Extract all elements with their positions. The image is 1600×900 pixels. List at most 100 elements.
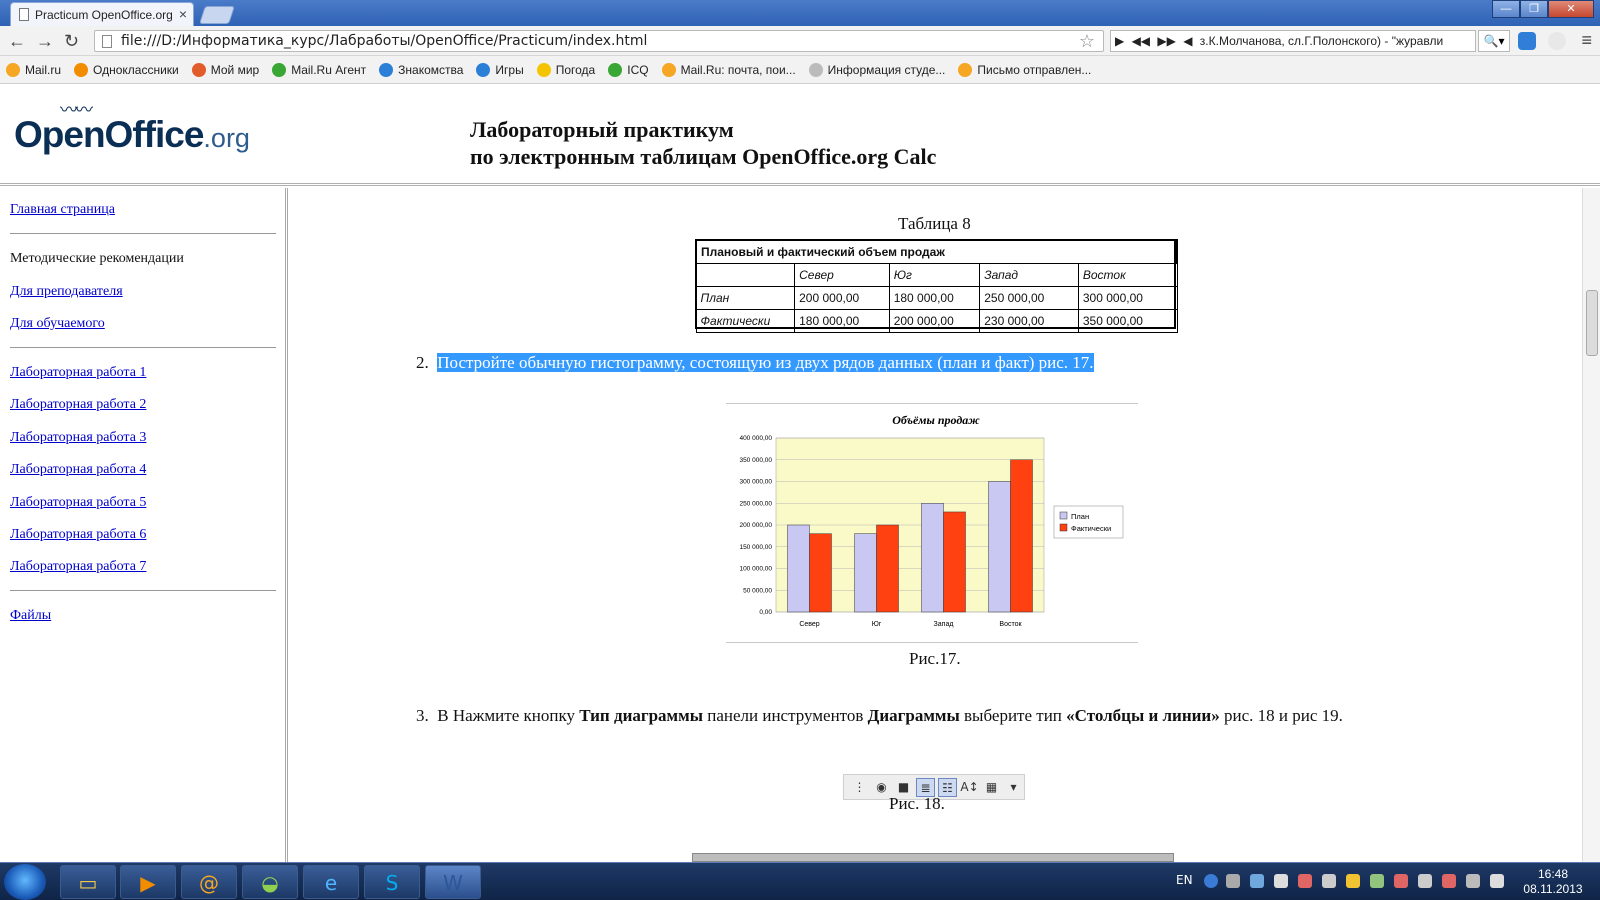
extension-mail-icon[interactable] (1518, 32, 1536, 50)
bookmark-icon (191, 62, 206, 77)
minimize-button[interactable]: — (1492, 0, 1520, 18)
search-icon[interactable]: 🔍▾ (1478, 30, 1510, 52)
tray-icon[interactable] (1418, 874, 1432, 888)
x-tick-label: Восток (999, 621, 1022, 628)
y-tick-label: 0,00 (759, 609, 772, 616)
step-2-text[interactable]: Постройте обычную гистограмму, состоящую… (437, 353, 1094, 372)
y-tick-label: 250 000,00 (739, 500, 772, 507)
maximize-button[interactable]: ❐ (1520, 0, 1548, 18)
step-2: 2. Постройте обычную гистограмму, состоя… (416, 353, 1094, 373)
table-header-cell: Восток (1077, 262, 1178, 287)
next-figure-edge (692, 853, 1174, 862)
sidebar-link-student[interactable]: Для обучаемого (10, 316, 105, 332)
browser-tab[interactable]: Practicum OpenOffice.org × (10, 2, 194, 26)
bluetooth-icon[interactable] (1250, 874, 1264, 888)
step-number: 2. (416, 353, 429, 372)
y-tick-label: 350 000,00 (739, 457, 772, 464)
word-icon[interactable]: W (425, 865, 481, 899)
network-icon[interactable] (1466, 874, 1480, 888)
page-icon (102, 35, 112, 48)
y-tick-label: 100 000,00 (739, 566, 772, 573)
start-button[interactable] (4, 864, 46, 900)
page-scrollbar[interactable] (1582, 188, 1600, 862)
bar (809, 533, 832, 613)
extension-icon[interactable] (1548, 32, 1566, 50)
sidebar-link-lab-7[interactable]: Лабораторная работа 7 (10, 559, 146, 575)
forward-icon[interactable]: → (36, 31, 54, 52)
menu-icon[interactable]: ≡ (1581, 30, 1592, 51)
page-title-line2: по электронным таблицам OpenOffice.org C… (470, 144, 937, 169)
bookmark-icon (74, 62, 89, 77)
address-bar[interactable]: file:///D:/Информатика_курс/Лабработы/Op… (94, 30, 1104, 52)
app-icon[interactable]: ◒ (242, 865, 298, 899)
tray-icon[interactable] (1346, 874, 1360, 888)
play-icon[interactable]: ▶ (1115, 34, 1124, 48)
sidebar-link-files[interactable]: Файлы (10, 608, 51, 624)
media-player-bar[interactable]: ▶ ◀◀ ▶▶ ◀ з.К.Молчанова, сл.Г.Полонского… (1110, 30, 1476, 52)
tray-icon[interactable] (1394, 874, 1408, 888)
logo-suffix: .org (203, 123, 250, 153)
tray-icon[interactable] (1370, 874, 1384, 888)
system-clock[interactable]: 16:48 08.11.2013 (1518, 867, 1588, 897)
sidebar-link-lab-6[interactable]: Лабораторная работа 6 (10, 527, 146, 543)
window-controls: — ❐ ✕ (1492, 0, 1594, 18)
x-tick-label: Север (799, 621, 819, 628)
scrollbar-thumb[interactable] (1586, 290, 1598, 356)
bookmark-item[interactable]: ICQ (608, 62, 649, 77)
bookmark-item[interactable]: Mail.Ru Агент (272, 62, 367, 77)
bookmark-item[interactable]: Погода (536, 62, 595, 77)
windows-taskbar: ▭ ▶ @ ◒ e S W EN 16:48 08.11.2013 (0, 862, 1600, 900)
sidebar-link-lab-5[interactable]: Лабораторная работа 5 (10, 495, 146, 511)
sidebar-link-lab-3[interactable]: Лабораторная работа 3 (10, 430, 146, 446)
bookmark-item[interactable]: Письмо отправлен... (958, 62, 1091, 77)
bookmark-label: ICQ (627, 62, 649, 77)
y-tick-label: 50 000,00 (743, 587, 772, 594)
step-number: 3. (416, 706, 429, 725)
window-titlebar: Practicum OpenOffice.org × — ❐ ✕ (0, 0, 1600, 26)
language-indicator[interactable]: EN (1176, 873, 1193, 887)
bookmark-item[interactable]: Игры (476, 62, 524, 77)
close-window-button[interactable]: ✕ (1548, 0, 1594, 18)
internet-explorer-icon[interactable]: e (303, 865, 359, 899)
fast-forward-icon[interactable]: ▶▶ (1157, 34, 1175, 48)
flag-icon[interactable] (1274, 874, 1288, 888)
bookmark-item[interactable]: Информация студе... (808, 62, 945, 77)
sidebar-link-lab-1[interactable]: Лабораторная работа 1 (10, 365, 146, 381)
tray-icon[interactable] (1322, 874, 1336, 888)
rewind-icon[interactable]: ◀◀ (1132, 34, 1150, 48)
bookmark-item[interactable]: Мой мир (191, 62, 259, 77)
tray-icon[interactable] (1442, 874, 1456, 888)
legend-swatch (1059, 523, 1068, 532)
explorer-icon[interactable]: ▭ (60, 865, 116, 899)
skype-icon[interactable]: S (364, 865, 420, 899)
volume-icon[interactable] (1490, 874, 1504, 888)
logo-text: OpenOffice (14, 114, 204, 155)
tray-icon[interactable] (1298, 874, 1312, 888)
bar (988, 481, 1011, 613)
bookmark-icon (958, 62, 973, 77)
mail-agent-icon[interactable]: @ (181, 865, 237, 899)
volume-icon[interactable]: ◀ (1183, 34, 1192, 48)
bookmark-label: Mail.Ru Агент (291, 62, 367, 77)
sidebar-link-lab-4[interactable]: Лабораторная работа 4 (10, 462, 146, 478)
back-icon[interactable]: ← (8, 31, 26, 52)
reload-icon[interactable]: ↻ (64, 31, 79, 52)
sidebar-link-home[interactable]: Главная страница (10, 202, 115, 218)
tray-icon[interactable] (1226, 874, 1240, 888)
sidebar-link-teacher[interactable]: Для преподавателя (10, 284, 123, 300)
bookmark-item[interactable]: Mail.ru (6, 62, 61, 77)
table-title: Плановый и фактический объем продаж (695, 239, 1178, 264)
step-3: 3. В Нажмите кнопку Тип диаграммы панели… (416, 706, 1343, 726)
help-icon[interactable] (1204, 874, 1218, 888)
table-cell: План (695, 285, 796, 310)
bar (854, 533, 877, 613)
sidebar-link-lab-2[interactable]: Лабораторная работа 2 (10, 397, 146, 413)
new-tab-button[interactable] (199, 6, 235, 24)
close-tab-icon[interactable]: × (179, 6, 187, 22)
bookmark-star-icon[interactable]: ☆ (1079, 31, 1095, 52)
bookmark-item[interactable]: Mail.Ru: почта, пои... (661, 62, 796, 77)
sales-table: Плановый и фактический объем продаж Севе… (695, 239, 1178, 333)
bookmark-item[interactable]: Одноклассники (74, 62, 179, 77)
media-player-icon[interactable]: ▶ (120, 865, 176, 899)
bookmark-item[interactable]: Знакомства (379, 62, 463, 77)
